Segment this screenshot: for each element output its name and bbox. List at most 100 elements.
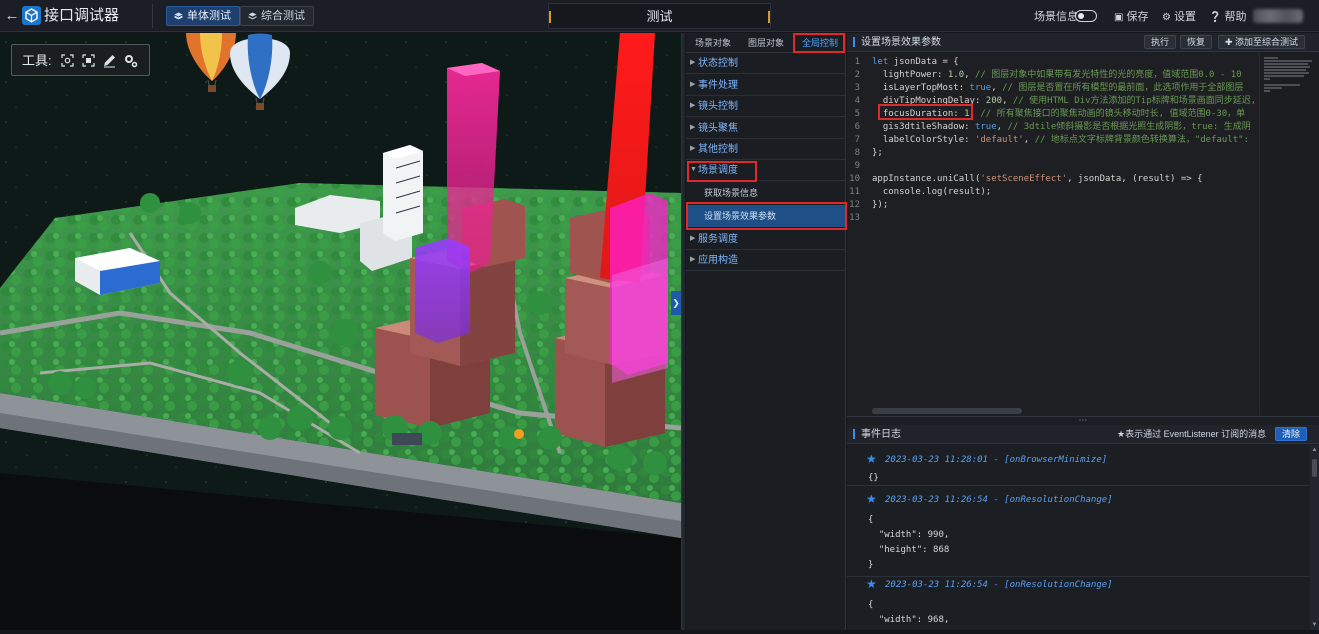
code-token: 200 — [985, 96, 1003, 106]
code-token: lightPower: — [872, 70, 948, 80]
section-label: 服务调度 — [698, 234, 738, 245]
code-token: , — [969, 109, 981, 119]
code-token: appInstance.uniCall( — [872, 174, 981, 184]
legend-label: 表示通过 EventListener 订阅的消息 — [1125, 429, 1267, 439]
accent-bar — [853, 37, 855, 47]
tab-label: 单体测试 — [187, 10, 231, 22]
tab-layer-objects[interactable]: 图层对象 — [748, 37, 784, 49]
section-state-control[interactable]: ▶ 状态控制 — [686, 53, 845, 74]
section-camera-control[interactable]: ▶ 镜头控制 — [686, 96, 845, 117]
save-icon: ▣ — [1114, 12, 1124, 23]
code-token: }; — [872, 148, 883, 158]
app-logo-icon — [22, 6, 41, 25]
scene-viewport[interactable]: 工具: ❯ — [0, 33, 681, 630]
help-label: 帮助 — [1224, 11, 1247, 23]
collapse-panel-arrow-icon[interactable]: ❯ — [671, 291, 681, 315]
panel-resize-handle[interactable]: ⋯ — [847, 416, 1319, 425]
line-number: 12 — [849, 200, 860, 210]
reset-button[interactable]: 恢复 — [1180, 35, 1213, 49]
line-number: 6 — [854, 122, 860, 132]
sub-item-label: 设置场景效果参数 — [704, 211, 777, 221]
help-icon: ❔ — [1209, 12, 1222, 23]
star-icon: ★ — [866, 452, 877, 466]
add-to-integrated-button[interactable]: ✚ 添加至综合测试 — [1218, 35, 1306, 49]
log-entry: ★ 2023-03-23 11:28:01 - [onBrowserMinimi… — [847, 453, 1309, 486]
code-line: focusDuration: 1, // 所有聚焦接口的聚焦动画的镜头移动时长,… — [872, 108, 1257, 121]
code-token: 'setSceneEffect' — [980, 174, 1068, 184]
sub-item-get-scene-info[interactable]: 获取场景信息 — [686, 182, 845, 204]
line-number-gutter: 1 2 3 4 5 6 7 8 9 10 11 12 13 — [847, 53, 869, 415]
legend-note: ★表示通过 EventListener 订阅的消息 — [1117, 428, 1266, 441]
log-body: {} — [868, 473, 879, 483]
log-body: { "width": 990, "height": 868 } — [868, 515, 950, 570]
code-token: , — [964, 70, 975, 80]
tab-unit-test[interactable]: 单体测试 — [166, 6, 240, 26]
log-entry: ★ 2023-03-23 11:26:54 - [onResolutionCha… — [847, 493, 1309, 577]
code-line: let jsonData = { — [872, 56, 1257, 69]
code-line: appInstance.uniCall('setSceneEffect', js… — [872, 173, 1257, 186]
tab-integrated-test[interactable]: 综合测试 — [240, 6, 314, 26]
code-minimap[interactable] — [1259, 53, 1319, 415]
code-token: // 所有聚焦接口的聚焦动画的镜头移动时长, 值域范围0-30，单 — [980, 109, 1246, 119]
tab-scene-objects[interactable]: 场景对象 — [695, 37, 731, 49]
tab-global-control[interactable]: 全局控制 — [802, 37, 838, 49]
section-app-construction[interactable]: ▶ 应用构造 — [686, 250, 845, 271]
code-token: 1.0 — [947, 70, 965, 80]
top-bar: ← 接口调试器 单体测试 综合测试 测试 场景信息 ▣ 保存 ⚙ 设置 ❔ 帮助 — [0, 0, 1319, 32]
help-button[interactable]: ❔ 帮助 — [1209, 10, 1246, 25]
horizontal-scrollbar[interactable] — [872, 408, 1022, 414]
page-title: 测试 — [548, 3, 771, 29]
code-token: labelColorStyle: — [872, 135, 975, 145]
code-panel: 设置场景效果参数 执行 恢复 ✚ 添加至综合测试 1 2 3 4 5 6 7 8 9 10 11 12… — [847, 33, 1319, 630]
caret-right-icon: ▶ — [690, 59, 696, 66]
save-button[interactable]: ▣ 保存 — [1114, 10, 1148, 25]
log-entry: ★ 2023-03-23 11:26:54 - [onResolutionCha… — [847, 578, 1309, 630]
back-arrow-icon[interactable]: ← — [4, 7, 20, 25]
event-log-header: 事件日志 ★表示通过 EventListener 订阅的消息 清除 — [847, 425, 1319, 444]
section-camera-focus[interactable]: ▶ 镜头聚焦 — [686, 118, 845, 139]
settings-button[interactable]: ⚙ 设置 — [1162, 10, 1196, 25]
scene-info-toggle[interactable] — [1075, 10, 1097, 22]
api-nav-panel: 场景对象 图层对象 全局控制 ▶ 状态控制 ▶ 事件处理 ▶ 镜头控制 ▶ 镜头聚焦 ▶… — [686, 33, 847, 630]
clear-button[interactable]: 清除 — [1275, 427, 1308, 441]
scroll-thumb[interactable] — [1312, 459, 1317, 477]
code-token: , — [991, 83, 1003, 93]
sub-item-set-scene-effect[interactable]: 设置场景效果参数 — [686, 205, 845, 227]
code-line: lightPower: 1.0, // 图层对象中如果带有发光特性的光的亮度，值… — [872, 69, 1257, 82]
star-icon: ★ — [866, 492, 877, 506]
code-token: console.log(result); — [872, 187, 992, 197]
line-number: 13 — [849, 213, 860, 223]
gear-icon[interactable] — [123, 53, 138, 68]
code-token: focusDuration: — [872, 109, 965, 119]
code-line: divTipMovingDelay: 200, // 使用HTML Div方法添… — [872, 95, 1257, 108]
section-event-handling[interactable]: ▶ 事件处理 — [686, 75, 845, 96]
log-scrollbar[interactable]: ▲ ▼ — [1310, 445, 1319, 630]
avatar[interactable] — [1253, 9, 1303, 23]
caret-right-icon: ▶ — [690, 145, 696, 152]
event-log: ★ 2023-03-23 11:28:01 - [onBrowserMinimi… — [847, 445, 1319, 630]
star-icon: ★ — [1117, 429, 1126, 439]
editor-header: 设置场景效果参数 执行 恢复 ✚ 添加至综合测试 — [847, 33, 1319, 52]
section-other-control[interactable]: ▶ 其他控制 — [686, 139, 845, 160]
scroll-down-icon[interactable]: ▼ — [1311, 621, 1318, 629]
section-service-dispatch[interactable]: ▶ 服务调度 — [686, 229, 845, 250]
code-token: jsonData = { — [888, 57, 959, 67]
cube-icon — [174, 12, 183, 20]
frame-icon[interactable] — [81, 53, 96, 68]
locate-icon[interactable] — [60, 53, 75, 68]
viewport-splitter[interactable] — [681, 33, 685, 630]
accent-bar — [853, 429, 855, 439]
pen-icon[interactable] — [102, 53, 117, 68]
scroll-up-icon[interactable]: ▲ — [1311, 446, 1318, 454]
section-label: 镜头控制 — [698, 101, 738, 112]
code-token: let — [872, 57, 889, 67]
city-scene-render — [0, 33, 681, 630]
code-editor[interactable]: 1 2 3 4 5 6 7 8 9 10 11 12 13 let jsonData = { light… — [847, 53, 1319, 415]
line-number: 7 — [854, 135, 860, 145]
run-button[interactable]: 执行 — [1144, 35, 1177, 49]
log-body: { "width": 968, "height": 868 — [868, 600, 950, 625]
line-number: 5 — [854, 109, 860, 119]
section-scene-dispatch[interactable]: ▼ 场景调度 — [686, 160, 845, 181]
